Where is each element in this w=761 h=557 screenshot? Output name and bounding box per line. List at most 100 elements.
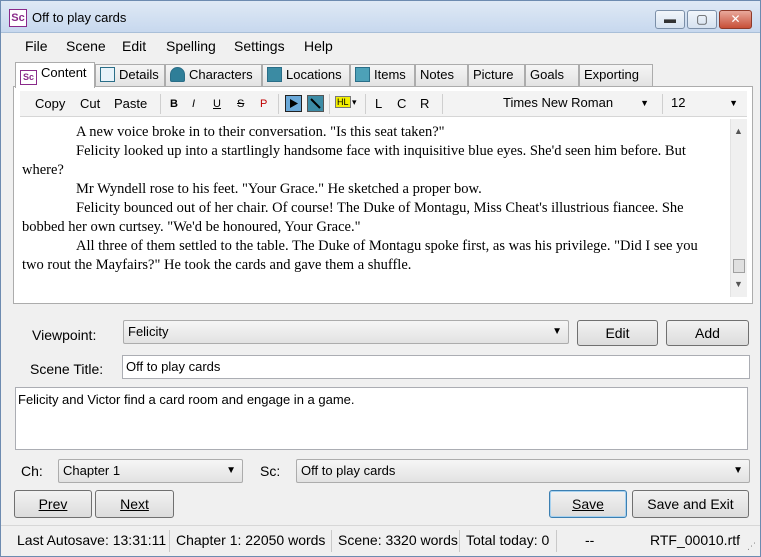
paste-button[interactable]: Paste (114, 96, 147, 111)
viewpoint-label: Viewpoint: (32, 327, 97, 343)
menu-settings[interactable]: Settings (234, 38, 285, 54)
scene-title-input[interactable]: Off to play cards (122, 355, 750, 379)
main-window: Sc Off to play cards ▬ ▢ ✕ File Scene Ed… (0, 0, 761, 557)
close-button[interactable]: ✕ (719, 10, 752, 29)
editor-scrollbar[interactable]: ▲ ▼ (730, 119, 747, 297)
details-icon (100, 67, 115, 82)
save-and-exit-button[interactable]: Save and Exit (632, 490, 749, 518)
tab-exporting-label: Exporting (584, 67, 639, 82)
tab-content[interactable]: Sc Content (15, 62, 95, 88)
pen-icon[interactable] (307, 95, 324, 112)
status-file: RTF_00010.rtf (650, 532, 741, 548)
status-total-today: Total today: 0 (466, 532, 550, 548)
viewpoint-value: Felicity (128, 324, 169, 339)
tab-notes[interactable]: Notes (415, 64, 468, 86)
scene-text-editor[interactable]: A new voice broke in to their conversati… (20, 119, 747, 297)
copy-button[interactable]: Copy (35, 96, 65, 111)
scene-label: Sc: (260, 463, 281, 479)
font-size-select[interactable]: 12 ▼ (666, 93, 743, 115)
toolbar-divider (662, 94, 663, 114)
locations-icon (267, 67, 282, 82)
prev-button[interactable]: Prev (14, 490, 92, 518)
editor-paragraph: A new voice broke in to their conversati… (76, 124, 445, 140)
cut-button[interactable]: Cut (80, 96, 100, 111)
status-divider (556, 530, 557, 552)
tab-locations[interactable]: Locations (262, 64, 350, 86)
add-viewpoint-button[interactable]: Add (666, 320, 749, 346)
tab-goals-label: Goals (530, 67, 564, 82)
tab-locations-label: Locations (286, 67, 342, 82)
align-left-button[interactable]: L (375, 96, 382, 111)
next-button[interactable]: Next (95, 490, 174, 518)
window-title: Off to play cards (32, 10, 127, 25)
toolbar-divider (442, 94, 443, 114)
tab-goals[interactable]: Goals (525, 64, 579, 86)
status-divider (459, 530, 460, 552)
menu-file[interactable]: File (25, 38, 48, 54)
tab-characters[interactable]: Characters (165, 64, 262, 86)
italic-button[interactable]: I (192, 98, 195, 110)
format-toolbar: Copy Cut Paste B I U S P HL ▾ L C R Time… (20, 91, 747, 117)
save-button[interactable]: Save (549, 490, 627, 518)
editor-paragraph: Felicity bounced out of her chair. Of co… (22, 200, 684, 235)
font-select[interactable]: Times New Roman ▼ (498, 93, 654, 115)
toolbar-divider (278, 94, 279, 114)
chapter-label: Ch: (21, 463, 43, 479)
viewpoint-select[interactable]: Felicity ▼ (123, 320, 569, 344)
tab-characters-label: Characters (189, 67, 253, 82)
title-bar[interactable]: Sc Off to play cards ▬ ▢ ✕ (1, 1, 760, 33)
menu-bar: File Scene Edit Spelling Settings Help (1, 34, 760, 58)
tab-notes-label: Notes (420, 67, 454, 82)
status-divider (331, 530, 332, 552)
characters-icon (170, 67, 185, 82)
scene-select[interactable]: Off to play cards ▼ (296, 459, 750, 483)
scroll-up-icon[interactable]: ▲ (734, 122, 743, 141)
tab-picture[interactable]: Picture (468, 64, 525, 86)
chevron-down-icon: ▼ (729, 98, 738, 108)
scroll-down-icon[interactable]: ▼ (734, 275, 743, 294)
bold-button[interactable]: B (170, 98, 178, 110)
toolbar-divider (329, 94, 330, 114)
tab-details-label: Details (119, 67, 159, 82)
status-dash: -- (585, 532, 595, 548)
strikethrough-button[interactable]: S (237, 98, 244, 110)
menu-edit[interactable]: Edit (122, 38, 146, 54)
tab-exporting[interactable]: Exporting (579, 64, 653, 86)
tab-details[interactable]: Details (95, 64, 165, 86)
align-center-button[interactable]: C (397, 96, 406, 111)
scroll-thumb[interactable] (733, 259, 745, 273)
tab-items-label: Items (374, 67, 406, 82)
chevron-down-icon: ▼ (552, 326, 562, 337)
chapter-value: Chapter 1 (63, 463, 121, 478)
menu-spelling[interactable]: Spelling (166, 38, 216, 54)
chevron-down-icon: ▼ (733, 465, 743, 476)
toolbar-divider (365, 94, 366, 114)
maximize-button[interactable]: ▢ (687, 10, 717, 29)
tab-items[interactable]: Items (350, 64, 415, 86)
menu-scene[interactable]: Scene (66, 38, 106, 54)
editor-text: A new voice broke in to their conversati… (22, 123, 722, 275)
editor-paragraph: Felicity looked up into a startlingly ha… (22, 143, 686, 178)
status-scene-words: Scene: 3320 words (338, 532, 458, 548)
tab-strip: Sc Content Details Characters Locations I… (13, 62, 753, 88)
font-select-value: Times New Roman (503, 95, 614, 110)
scene-summary-textarea[interactable]: Felicity and Victor find a card room and… (15, 387, 748, 450)
minimize-button[interactable]: ▬ (655, 10, 685, 29)
edit-viewpoint-button[interactable]: Edit (577, 320, 658, 346)
resize-grip-icon[interactable]: ⋰ (747, 541, 756, 552)
align-right-button[interactable]: R (420, 96, 429, 111)
chapter-select[interactable]: Chapter 1 ▼ (58, 459, 243, 483)
editor-paragraph: All three of them settled to the table. … (22, 238, 698, 273)
scene-title-label: Scene Title: (30, 361, 104, 377)
editor-paragraph: Mr Wyndell rose to his feet. "Your Grace… (76, 181, 482, 197)
menu-help[interactable]: Help (304, 38, 333, 54)
tab-content-label: Content (41, 65, 87, 80)
paragraph-button[interactable]: P (260, 98, 267, 110)
chevron-down-icon: ▼ (226, 465, 236, 476)
status-divider (169, 530, 170, 552)
highlight-dropdown-icon[interactable]: ▾ (352, 97, 357, 108)
font-size-value: 12 (671, 95, 686, 110)
highlight-button[interactable]: HL (335, 96, 351, 108)
underline-button[interactable]: U (213, 98, 221, 110)
play-icon[interactable] (285, 95, 302, 112)
